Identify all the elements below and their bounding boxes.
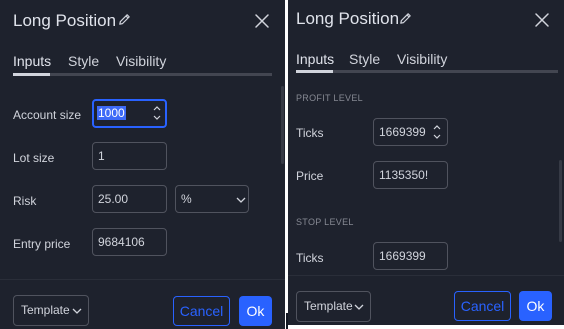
tab-active-indicator: [296, 70, 333, 73]
dialog-title: Long Position: [13, 11, 117, 30]
stepper-icon[interactable]: [432, 122, 442, 142]
tab-active-indicator: [13, 73, 50, 76]
stop-ticks-value: 1669399: [379, 249, 426, 263]
cancel-button[interactable]: Cancel: [173, 296, 230, 326]
ok-button[interactable]: Ok: [239, 296, 272, 326]
stop-ticks-input[interactable]: 1669399: [373, 242, 448, 270]
profit-price-input[interactable]: 1135350!: [373, 161, 448, 189]
tab-style[interactable]: Style: [68, 53, 99, 69]
scrollbar[interactable]: [281, 86, 284, 164]
ok-button[interactable]: Ok: [519, 291, 552, 321]
template-label: Template: [304, 299, 353, 313]
risk-value: 25.00: [98, 192, 129, 206]
profit-level-heading: PROFIT LEVEL: [296, 93, 363, 103]
tab-visibility[interactable]: Visibility: [116, 53, 166, 69]
risk-unit-value: %: [181, 192, 192, 206]
account-size-value: 1000: [97, 106, 126, 120]
footer-divider: [288, 275, 564, 276]
tab-inputs[interactable]: Inputs: [296, 51, 334, 67]
stop-level-heading: STOP LEVEL: [296, 217, 354, 227]
template-label: Template: [21, 303, 70, 317]
risk-input[interactable]: 25.00: [92, 185, 167, 213]
chevron-down-icon: [236, 197, 246, 203]
tab-track: [296, 70, 558, 73]
entry-price-input[interactable]: 9684106: [92, 228, 167, 256]
account-size-label: Account size: [13, 108, 82, 122]
tab-inputs[interactable]: Inputs: [13, 53, 51, 69]
profit-ticks-label: Ticks: [296, 126, 324, 140]
lot-size-input[interactable]: 1: [92, 142, 167, 170]
pencil-icon[interactable]: [117, 12, 132, 27]
dialog-title: Long Position: [296, 9, 400, 28]
close-icon[interactable]: [534, 12, 550, 28]
scrollbar[interactable]: [559, 160, 562, 242]
template-dropdown[interactable]: Template: [13, 295, 89, 326]
profit-ticks-input[interactable]: 1669399: [373, 118, 448, 146]
tab-visibility[interactable]: Visibility: [397, 51, 447, 67]
close-icon[interactable]: [254, 13, 270, 29]
chevron-down-icon: [354, 304, 364, 310]
template-dropdown[interactable]: Template: [296, 291, 371, 322]
lot-size-label: Lot size: [13, 151, 55, 165]
profit-ticks-value: 1669399: [379, 125, 426, 139]
lot-size-value: 1: [98, 149, 105, 163]
account-size-input[interactable]: 1000: [92, 99, 167, 128]
chevron-down-icon: [72, 308, 82, 314]
long-position-dialog-right: Long Position Inputs Style Visibility PR…: [288, 0, 564, 325]
stop-ticks-label: Ticks: [296, 251, 324, 265]
profit-price-value: 1135350!: [379, 168, 429, 182]
tab-track: [13, 73, 272, 76]
long-position-dialog-left: Long Position Inputs Style Visibility Ac…: [0, 0, 285, 329]
risk-label: Risk: [13, 194, 37, 208]
entry-price-value: 9684106: [98, 235, 145, 249]
profit-price-label: Price: [296, 169, 324, 183]
tab-style[interactable]: Style: [349, 51, 380, 67]
footer-divider: [0, 279, 285, 280]
cancel-button[interactable]: Cancel: [454, 291, 511, 321]
risk-unit-select[interactable]: %: [175, 185, 249, 213]
entry-price-label: Entry price: [13, 237, 71, 251]
stepper-icon[interactable]: [152, 103, 162, 123]
pencil-icon[interactable]: [398, 11, 413, 26]
